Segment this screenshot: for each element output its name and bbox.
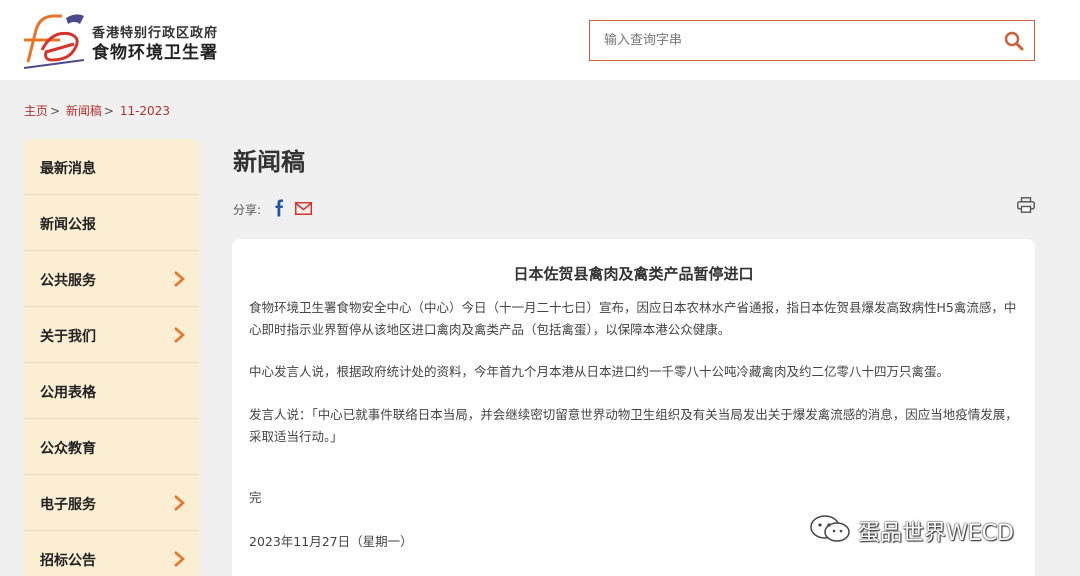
breadcrumb-month[interactable]: 11-2023 <box>120 104 170 118</box>
sidebar-item-latest-news[interactable]: 最新消息 <box>24 139 199 195</box>
article-paragraph: 发言人说：「中心已就事件联络日本当局，并会继续密切留意世界动物卫生组织及有关当局… <box>249 407 1018 444</box>
email-icon[interactable] <box>295 202 312 215</box>
chevron-right-icon <box>174 551 185 567</box>
sidebar-item-public-education[interactable]: 公众教育 <box>24 419 199 475</box>
article-end-mark: 完 <box>249 490 262 505</box>
sidebar-item-label: 公用表格 <box>40 385 96 401</box>
search-input[interactable] <box>590 21 990 60</box>
breadcrumb-press-releases[interactable]: 新闻稿 <box>66 104 102 118</box>
sidebar-item-tenders[interactable]: 招标公告 <box>24 531 199 576</box>
article-paragraph: 中心发言人说，根据政府统计处的资料，今年首九个月本港从日本进口约一千零八十公吨冷… <box>249 364 950 379</box>
wechat-icon <box>810 515 850 542</box>
fehd-logo[interactable] <box>22 10 86 70</box>
article-title: 日本佐贺县禽肉及禽类产品暂停进口 <box>513 265 754 283</box>
watermark-text: 蛋品世界WECD <box>858 521 1014 546</box>
search-icon[interactable] <box>1000 27 1028 55</box>
sidebar-item-label: 新闻公报 <box>40 217 96 233</box>
article-paragraph: 食物环境卫生署食物安全中心（中心）今日（十一月二十七日）宣布，因应日本农林水产省… <box>249 300 1017 337</box>
sidebar-item-label: 公共服务 <box>40 273 96 289</box>
breadcrumb: 主页 > 新闻稿 > 11-2023 <box>24 102 170 119</box>
breadcrumb-home[interactable]: 主页 <box>24 104 48 118</box>
sidebar-item-label: 公众教育 <box>40 441 96 457</box>
sidebar-item-label: 关于我们 <box>40 329 96 345</box>
sidebar-item-label: 招标公告 <box>40 553 96 569</box>
chevron-right-icon <box>174 495 185 511</box>
chevron-right-icon <box>174 327 185 343</box>
sidebar-nav: 最新消息 新闻公报 公共服务 关于我们 公用表格 公众教育 电子服务 招标公告 <box>24 139 199 576</box>
sidebar-item-press-releases[interactable]: 新闻公报 <box>24 195 199 251</box>
sidebar-item-label: 最新消息 <box>40 161 96 177</box>
site-header: 香港特别行政区政府 食物环境卫生署 <box>0 0 1080 80</box>
sidebar-item-forms[interactable]: 公用表格 <box>24 363 199 419</box>
print-icon[interactable] <box>1017 197 1035 213</box>
sidebar-item-label: 电子服务 <box>40 497 96 513</box>
chevron-right-icon <box>174 271 185 287</box>
page-title: 新闻稿 <box>233 148 305 176</box>
sidebar-item-e-services[interactable]: 电子服务 <box>24 475 199 531</box>
breadcrumb-separator: > <box>103 104 114 118</box>
share-label: 分享: <box>233 203 262 217</box>
search-box <box>589 20 1035 61</box>
org-name-line2: 食物环境卫生署 <box>92 43 218 63</box>
facebook-icon[interactable] <box>272 199 286 217</box>
breadcrumb-separator: > <box>50 104 61 118</box>
sidebar-item-public-services[interactable]: 公共服务 <box>24 251 199 307</box>
sidebar-item-about-us[interactable]: 关于我们 <box>24 307 199 363</box>
